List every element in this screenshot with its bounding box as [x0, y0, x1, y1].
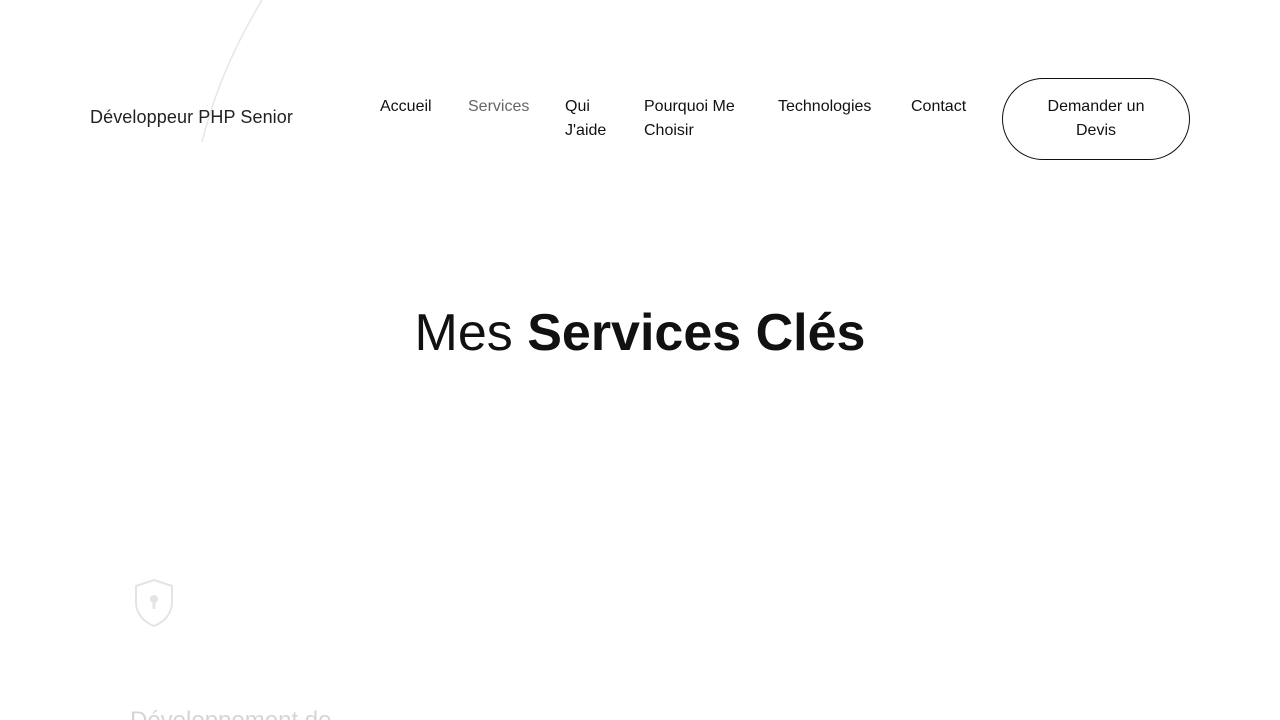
nav-link-technologies[interactable]: Technologies	[778, 95, 871, 119]
section-title: Mes Services Clés	[0, 300, 1280, 366]
nav-link-pourquoi-me-choisir[interactable]: Pourquoi Me Choisir	[644, 95, 754, 143]
nav-link-services[interactable]: Services	[468, 95, 529, 119]
nav-link-contact[interactable]: Contact	[911, 95, 966, 119]
nav-link-qui-jaide[interactable]: Qui J'aide	[565, 95, 625, 143]
nav-link-accueil[interactable]: Accueil	[380, 95, 432, 119]
brand-logo-text[interactable]: Développeur PHP Senior	[90, 107, 293, 128]
shield-lock-icon	[135, 579, 173, 627]
request-quote-button[interactable]: Demander un Devis	[1002, 78, 1190, 160]
service-card-title: Développement de	[130, 706, 331, 720]
section-title-light: Mes	[414, 304, 513, 362]
service-card[interactable]: Développement de	[130, 570, 510, 720]
section-title-bold: Services Clés	[527, 304, 866, 362]
site-header: Développeur PHP Senior Accueil Services …	[0, 0, 1280, 200]
